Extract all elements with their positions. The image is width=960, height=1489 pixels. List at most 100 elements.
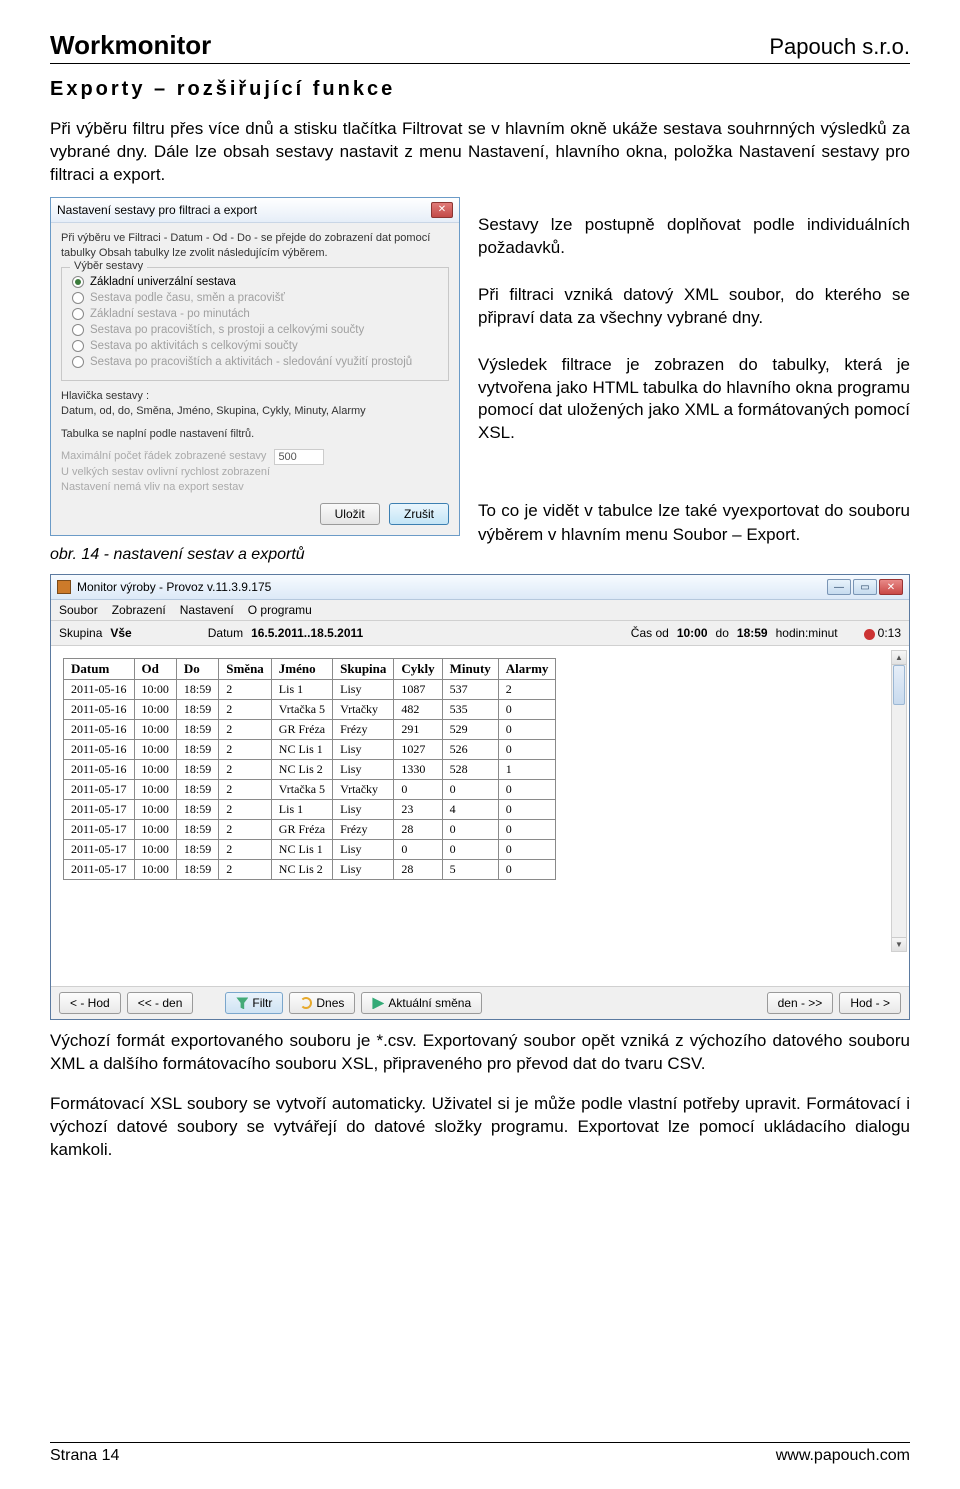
radio-option-2[interactable]: Základní sestava - po minutách: [72, 306, 438, 322]
table-cell: Lis 1: [271, 680, 332, 700]
table-cell: 2: [219, 760, 272, 780]
col-header: Cykly: [394, 659, 442, 680]
radio-option-5[interactable]: Sestava po pracovištích a aktivitách - s…: [72, 354, 438, 370]
tb-casod-value[interactable]: 10:00: [677, 626, 708, 640]
data-table: DatumOdDoSměnaJménoSkupinaCyklyMinutyAla…: [63, 658, 556, 880]
table-cell: 0: [498, 700, 556, 720]
table-cell: 529: [442, 720, 498, 740]
radio-option-3[interactable]: Sestava po pracovištích, s prostoji a ce…: [72, 322, 438, 338]
record-icon: [864, 629, 875, 640]
table-cell: 4: [442, 800, 498, 820]
table-cell: 0: [498, 740, 556, 760]
table-cell: 10:00: [134, 840, 176, 860]
table-cell: Lisy: [333, 680, 394, 700]
tb-skupina-label: Skupina: [59, 626, 102, 640]
table-cell: 0: [498, 820, 556, 840]
menubar: Soubor Zobrazení Nastavení O programu: [51, 600, 909, 621]
btn-next-day[interactable]: den - >>: [767, 992, 834, 1014]
table-row[interactable]: 2011-05-1710:0018:592Lis 1Lisy2340: [64, 800, 556, 820]
tb-do-value[interactable]: 18:59: [737, 626, 768, 640]
table-row[interactable]: 2011-05-1710:0018:592GR FrézaFrézy2800: [64, 820, 556, 840]
table-cell: 1330: [394, 760, 442, 780]
table-row[interactable]: 2011-05-1710:0018:592Vrtačka 5Vrtačky000: [64, 780, 556, 800]
vertical-scrollbar[interactable]: ▲ ▼: [891, 650, 907, 952]
menu-zobrazeni[interactable]: Zobrazení: [112, 603, 166, 617]
radio-option-0[interactable]: Základní univerzální sestava: [72, 274, 438, 290]
close-icon[interactable]: ✕: [879, 579, 903, 595]
table-cell: NC Lis 2: [271, 860, 332, 880]
table-cell: Vrtačky: [333, 780, 394, 800]
table-cell: 2011-05-17: [64, 800, 135, 820]
tb-datum-value[interactable]: 16.5.2011..18.5.2011: [251, 626, 363, 640]
maximize-icon[interactable]: ▭: [853, 579, 877, 595]
cancel-button[interactable]: Zrušit: [389, 503, 449, 525]
table-row[interactable]: 2011-05-1610:0018:592Lis 1Lisy10875372: [64, 680, 556, 700]
table-cell: 0: [394, 780, 442, 800]
dialog-title: Nastavení sestavy pro filtraci a export: [57, 203, 257, 217]
col-header: Datum: [64, 659, 135, 680]
scroll-up-icon[interactable]: ▲: [892, 651, 906, 665]
after-app-p1: Výchozí formát exportovaného souboru je …: [50, 1030, 910, 1076]
table-row[interactable]: 2011-05-1610:0018:592GR FrézaFrézy291529…: [64, 720, 556, 740]
table-cell: 2: [219, 800, 272, 820]
fieldset-legend: Výběr sestavy: [70, 260, 147, 272]
table-cell: 528: [442, 760, 498, 780]
menu-soubor[interactable]: Soubor: [59, 603, 98, 617]
table-cell: 0: [498, 800, 556, 820]
footer-page: Strana 14: [50, 1447, 119, 1465]
table-cell: 10:00: [134, 700, 176, 720]
save-button[interactable]: Uložit: [320, 503, 380, 525]
table-cell: 18:59: [176, 680, 218, 700]
dialog-note-1: U velkých sestav ovlivní rychlost zobraz…: [61, 465, 449, 480]
tb-skupina-value[interactable]: Vše: [110, 626, 131, 640]
scroll-down-icon[interactable]: ▼: [892, 937, 906, 951]
settings-dialog: Nastavení sestavy pro filtraci a export …: [50, 197, 460, 537]
table-cell: 537: [442, 680, 498, 700]
table-cell: 10:00: [134, 820, 176, 840]
btn-label: Filtr: [252, 996, 272, 1010]
btn-aktualni-smena[interactable]: Aktuální směna: [361, 992, 482, 1014]
menu-nastaveni[interactable]: Nastavení: [180, 603, 234, 617]
table-cell: 5: [442, 860, 498, 880]
btn-dnes[interactable]: Dnes: [289, 992, 355, 1014]
scroll-thumb[interactable]: [893, 665, 905, 705]
table-cell: 18:59: [176, 840, 218, 860]
table-cell: 2: [219, 840, 272, 860]
table-cell: 18:59: [176, 720, 218, 740]
table-cell: NC Lis 1: [271, 740, 332, 760]
table-cell: 0: [498, 720, 556, 740]
table-row[interactable]: 2011-05-1710:0018:592NC Lis 1Lisy000: [64, 840, 556, 860]
table-cell: 2011-05-17: [64, 820, 135, 840]
table-cell: 2011-05-17: [64, 840, 135, 860]
table-row[interactable]: 2011-05-1610:0018:592NC Lis 1Lisy1027526…: [64, 740, 556, 760]
table-cell: 2: [219, 860, 272, 880]
minimize-icon[interactable]: —: [827, 579, 851, 595]
table-cell: 2: [219, 780, 272, 800]
hlav-value: Datum, od, do, Směna, Jméno, Skupina, Cy…: [61, 404, 449, 419]
btn-prev-day[interactable]: << - den: [127, 992, 194, 1014]
btn-filtr[interactable]: Filtr: [225, 992, 283, 1014]
menu-oprogramu[interactable]: O programu: [248, 603, 312, 617]
footer-url: www.papouch.com: [776, 1447, 910, 1465]
btn-next-hour[interactable]: Hod - >: [839, 992, 901, 1014]
table-cell: 10:00: [134, 740, 176, 760]
table-row[interactable]: 2011-05-1610:0018:592NC Lis 2Lisy1330528…: [64, 760, 556, 780]
table-cell: 2: [219, 680, 272, 700]
max-rows-input[interactable]: [274, 449, 324, 465]
table-cell: 2011-05-16: [64, 680, 135, 700]
radio-option-4[interactable]: Sestava po aktivitách s celkovými součty: [72, 338, 438, 354]
intro-paragraph: Při výběru filtru přes více dnů a stisku…: [50, 118, 910, 187]
radio-option-1[interactable]: Sestava podle času, směn a pracovišť: [72, 290, 438, 306]
table-row[interactable]: 2011-05-1610:0018:592Vrtačka 5Vrtačky482…: [64, 700, 556, 720]
btn-prev-hour[interactable]: < - Hod: [59, 992, 121, 1014]
table-cell: 10:00: [134, 800, 176, 820]
play-icon: [372, 997, 384, 1009]
table-cell: 10:00: [134, 860, 176, 880]
close-icon[interactable]: ✕: [431, 202, 453, 218]
table-row[interactable]: 2011-05-1710:0018:592NC Lis 2Lisy2850: [64, 860, 556, 880]
table-cell: 28: [394, 860, 442, 880]
table-cell: GR Fréza: [271, 720, 332, 740]
tabul-note: Tabulka se naplní podle nastavení filtrů…: [61, 427, 449, 442]
table-cell: Vrtačka 5: [271, 780, 332, 800]
tb-hodinminut: hodin:minut: [776, 626, 838, 640]
